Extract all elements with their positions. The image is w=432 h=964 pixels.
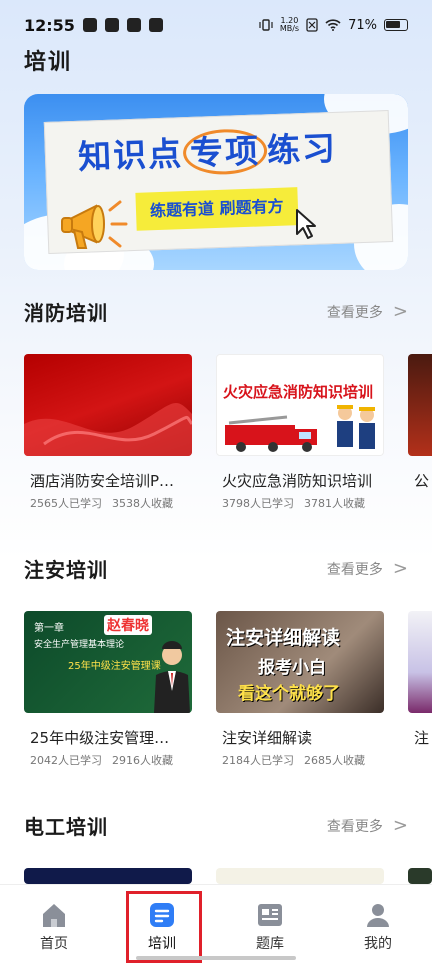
firefighter-icon (337, 405, 375, 449)
banner-title-part2: 练习 (266, 128, 338, 170)
fire-truck-icon (225, 415, 317, 452)
thumb-line3: 看这个就够了 (238, 684, 340, 704)
see-more-label: 查看更多 (326, 561, 383, 578)
see-more-link[interactable]: 查看更多 > (327, 301, 408, 322)
course-thumbnail[interactable] (408, 868, 432, 884)
profile-icon (367, 904, 389, 927)
course-title: 25年中级注安管理… (30, 729, 170, 747)
home-indicator (136, 956, 296, 960)
selected-tab-highlight (126, 891, 202, 963)
nav-label: 我的 (364, 936, 392, 952)
question-bank-icon (258, 904, 282, 926)
learner-count: 2184人已学习 (222, 754, 294, 767)
thumb-name: 赵春晓 (104, 615, 152, 635)
learner-count: 3798人已学习 (222, 497, 294, 510)
home-icon (43, 904, 65, 927)
promo-banner[interactable]: 知识点 专项 练习 练题有道 刷题有方 (24, 94, 408, 270)
course-card[interactable]: 第一章 安全生产管理基本理论 赵春晓 25年中级注安管理课 25年中级注安管理…… (24, 611, 192, 768)
app-notification-icon (126, 18, 141, 32)
course-card-peek[interactable] (408, 611, 432, 713)
thumb-line2: 报考小白 (258, 658, 326, 678)
cursor-icon (296, 209, 316, 239)
vibrate-icon (259, 19, 273, 31)
notification-icon (82, 18, 97, 32)
learner-count: 2565人已学习 (30, 497, 102, 510)
section-electrician-training: 电工培训 查看更多 > (24, 811, 408, 840)
battery-percent: 71% (348, 17, 377, 33)
bottom-nav: 首页 培训 题库 我的 (0, 884, 432, 964)
red-ribbon-graphic (24, 402, 192, 456)
favorite-count: 3538人收藏 (112, 497, 173, 510)
nav-label: 首页 (40, 936, 68, 952)
course-title-peek: 注 (414, 729, 430, 747)
section-safety-engineer-training: 注安培训 查看更多 > (24, 554, 408, 583)
nav-question-bank[interactable]: 题库 (216, 885, 324, 964)
course-title: 注安详细解读 (222, 729, 313, 747)
course-thumbnail[interactable] (216, 868, 384, 884)
section-title: 电工培训 (24, 815, 108, 839)
banner-title-part1: 知识点 (77, 133, 184, 177)
course-card-peek[interactable] (408, 354, 432, 456)
favorite-count: 3781人收藏 (304, 497, 365, 510)
status-time: 12:55 (24, 15, 75, 35)
favorite-count: 2685人收藏 (304, 754, 365, 767)
megaphone-icon (61, 200, 128, 249)
see-more-label: 查看更多 (326, 304, 383, 321)
nav-label: 题库 (256, 936, 284, 952)
see-more-link[interactable]: 查看更多 > (327, 558, 408, 579)
course-thumbnail (24, 354, 192, 456)
chevron-right-icon: > (392, 558, 408, 579)
thumb-chapter: 第一章 (34, 623, 64, 634)
learner-count: 2042人已学习 (30, 754, 102, 767)
thumb-course: 25年中级注安管理课 (68, 661, 161, 672)
course-card[interactable]: 酒店消防安全培训P… 2565人已学习 3538人收藏 (24, 354, 192, 511)
tiktok-icon (104, 18, 119, 32)
banner-title-ring: 专项 (182, 127, 268, 176)
chevron-right-icon: > (392, 301, 408, 322)
section-fire-training: 消防培训 查看更多 > (24, 297, 408, 326)
net-speed-unit: MB/s (279, 24, 300, 33)
wifi-icon (325, 19, 341, 31)
see-more-label: 查看更多 (326, 818, 383, 835)
network-speed: 1.20 MB/s (280, 17, 299, 33)
banner-slogan: 练题有道 刷题有方 (135, 187, 299, 231)
course-title: 酒店消防安全培训P… (30, 472, 175, 490)
see-more-link[interactable]: 查看更多 > (327, 815, 408, 836)
favorite-count: 2916人收藏 (112, 754, 173, 767)
course-thumbnail[interactable] (24, 868, 192, 884)
nav-profile[interactable]: 我的 (324, 885, 432, 964)
page-title: 培训 (24, 50, 73, 75)
presenter-icon (154, 641, 190, 713)
thumb-topic: 安全生产管理基本理论 (34, 640, 125, 650)
course-title: 火灾应急消防知识培训 (222, 472, 373, 490)
no-sim-icon (306, 18, 318, 32)
course-card[interactable]: 注安详细解读 报考小白 看这个就够了 注安详细解读 2184人已学习 2685人… (216, 611, 384, 768)
course-card[interactable]: 火灾应急消防知识培训 火灾应急消防知识培训 3798人已学习 3781人收藏 (216, 354, 384, 511)
course-thumbnail: 注安详细解读 报考小白 看这个就够了 (216, 611, 384, 713)
banner-title: 知识点 专项 练习 (77, 121, 338, 178)
battery-icon (384, 19, 408, 31)
nav-home[interactable]: 首页 (0, 885, 108, 964)
section-title: 注安培训 (24, 558, 108, 582)
course-thumbnail: 火灾应急消防知识培训 (216, 354, 384, 456)
thumb-title: 火灾应急消防知识培训 (223, 383, 374, 401)
status-bar: 12:55 1.20 MB/s 71% (0, 0, 432, 50)
message-icon (148, 18, 163, 32)
section-title: 消防培训 (24, 301, 108, 325)
chevron-right-icon: > (392, 815, 408, 836)
course-title-peek: 公 (414, 472, 430, 490)
thumb-line1: 注安详细解读 (226, 627, 341, 649)
course-thumbnail: 第一章 安全生产管理基本理论 赵春晓 25年中级注安管理课 (24, 611, 192, 713)
